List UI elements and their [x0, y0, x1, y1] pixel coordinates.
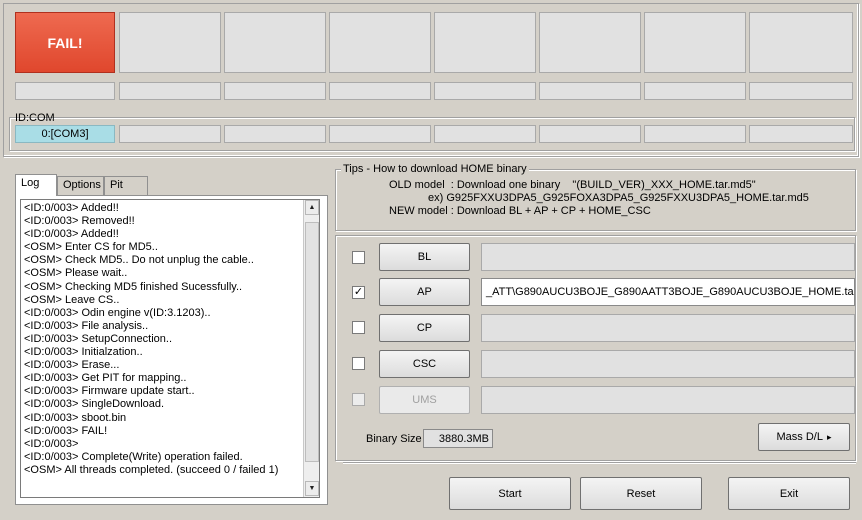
log-line: <OSM> Checking MD5 finished Sucessfully.… [24, 280, 243, 293]
exit-button[interactable]: Exit [728, 477, 850, 510]
tips-title: Tips - How to download HOME binary [341, 163, 529, 175]
log-line: <ID:0/003> SetupConnection.. [24, 332, 172, 345]
status-slot-8 [749, 12, 853, 73]
status-slot-1: FAIL! [15, 12, 115, 73]
com-port-6 [539, 125, 641, 143]
log-line: <ID:0/003> File analysis.. [24, 319, 149, 332]
com-port-label: 0:[COM3] [41, 128, 89, 140]
reset-button[interactable]: Reset [580, 477, 702, 510]
divider [343, 462, 856, 464]
fail-status: FAIL! [47, 34, 83, 51]
tips-line-new: NEW model : Download BL + AP + CP + HOME… [389, 205, 651, 217]
log-line: <ID:0/003> Firmware update start.. [24, 385, 195, 398]
log-line: <ID:0/003> FAIL! [24, 424, 108, 437]
ap-checkbox[interactable]: ✓ [352, 286, 365, 299]
mass-dl-button[interactable]: Mass D/L ▸ [758, 423, 850, 451]
progress-bar-7 [644, 82, 746, 100]
com-port-4 [329, 125, 431, 143]
bl-checkbox[interactable] [352, 251, 365, 264]
status-slot-2 [119, 12, 221, 73]
csc-button[interactable]: CSC [379, 350, 470, 378]
bl-path-field[interactable] [481, 243, 855, 271]
log-line: <OSM> Enter CS for MD5.. [24, 241, 158, 254]
tab-log[interactable]: Log [15, 174, 57, 196]
progress-bar-1 [15, 82, 115, 100]
status-slot-4 [329, 12, 431, 73]
tab-pit[interactable]: Pit [104, 176, 148, 195]
cp-path-field[interactable] [481, 314, 855, 342]
progress-bar-4 [329, 82, 431, 100]
scroll-thumb[interactable] [305, 222, 319, 462]
tips-line-example: ex) G925FXXU3DPA5_G925FOXA3DPA5_G925FXXU… [428, 192, 809, 204]
start-button[interactable]: Start [449, 477, 571, 510]
cp-button[interactable]: CP [379, 314, 470, 342]
log-line: <ID:0/003> Complete(Write) operation fai… [24, 450, 243, 463]
log-line: <ID:0/003> Odin engine v(ID:3.1203).. [24, 306, 211, 319]
status-slot-6 [539, 12, 641, 73]
log-line: <ID:0/003> Removed!! [24, 215, 135, 228]
ums-path-field [481, 386, 855, 414]
log-line: <OSM> Leave CS.. [24, 293, 120, 306]
log-line: <OSM> Check MD5.. Do not unplug the cabl… [24, 254, 254, 267]
bl-button[interactable]: BL [379, 243, 470, 271]
cursor-arrow-icon: ▸ [826, 431, 832, 442]
log-line: <ID:0/003> Initialzation.. [24, 346, 143, 359]
status-slot-7 [644, 12, 746, 73]
cp-checkbox[interactable] [352, 321, 365, 334]
binary-size-value: 3880.3MB [423, 429, 493, 448]
ums-checkbox [352, 393, 365, 406]
log-scrollbar[interactable]: ▲ ▼ [303, 200, 319, 497]
progress-bar-8 [749, 82, 853, 100]
scroll-up-icon[interactable]: ▲ [305, 200, 319, 215]
com-port-3 [224, 125, 326, 143]
com-port-5 [434, 125, 536, 143]
com-port-2 [119, 125, 221, 143]
progress-bar-3 [224, 82, 326, 100]
idcom-label: ID:COM [15, 112, 55, 124]
com-port-7 [644, 125, 746, 143]
status-slot-5 [434, 12, 536, 73]
ap-path-field[interactable]: _ATT\G890AUCU3BOJE_G890AATT3BOJE_G890AUC… [481, 278, 855, 306]
log-line: <ID:0/003> SingleDownload. [24, 398, 165, 411]
ums-button: UMS [379, 386, 470, 414]
com-port-8 [749, 125, 853, 143]
log-line: <ID:0/003> Erase... [24, 359, 120, 372]
binary-size-label: Binary Size [366, 433, 422, 445]
log-line: <ID:0/003> Added!! [24, 228, 119, 241]
log-line: <ID:0/003> sboot.bin [24, 411, 127, 424]
log-line: <ID:0/003> [24, 437, 79, 450]
csc-path-field[interactable] [481, 350, 855, 378]
progress-bar-6 [539, 82, 641, 100]
progress-bar-5 [434, 82, 536, 100]
mass-dl-label: Mass D/L [776, 431, 823, 443]
log-line: <ID:0/003> Get PIT for mapping.. [24, 372, 187, 385]
progress-bar-2 [119, 82, 221, 100]
tips-line-old: OLD model : Download one binary "(BUILD_… [389, 179, 756, 191]
log-line: <ID:0/003> Added!! [24, 202, 119, 214]
log-text: <ID:0/003> Added!! <ID:0/003> Removed!! <I… [24, 202, 304, 477]
log-line: <OSM> All threads completed. (succeed 0 … [24, 463, 279, 476]
log-textarea[interactable]: <ID:0/003> Added!! <ID:0/003> Removed!! <I… [20, 199, 320, 498]
status-slot-3 [224, 12, 326, 73]
scroll-down-icon[interactable]: ▼ [305, 481, 319, 496]
ap-button[interactable]: AP [379, 278, 470, 306]
tab-options[interactable]: Options [57, 176, 104, 195]
log-line: <OSM> Please wait.. [24, 267, 128, 280]
com-port-1: 0:[COM3] [15, 125, 115, 143]
csc-checkbox[interactable] [352, 357, 365, 370]
